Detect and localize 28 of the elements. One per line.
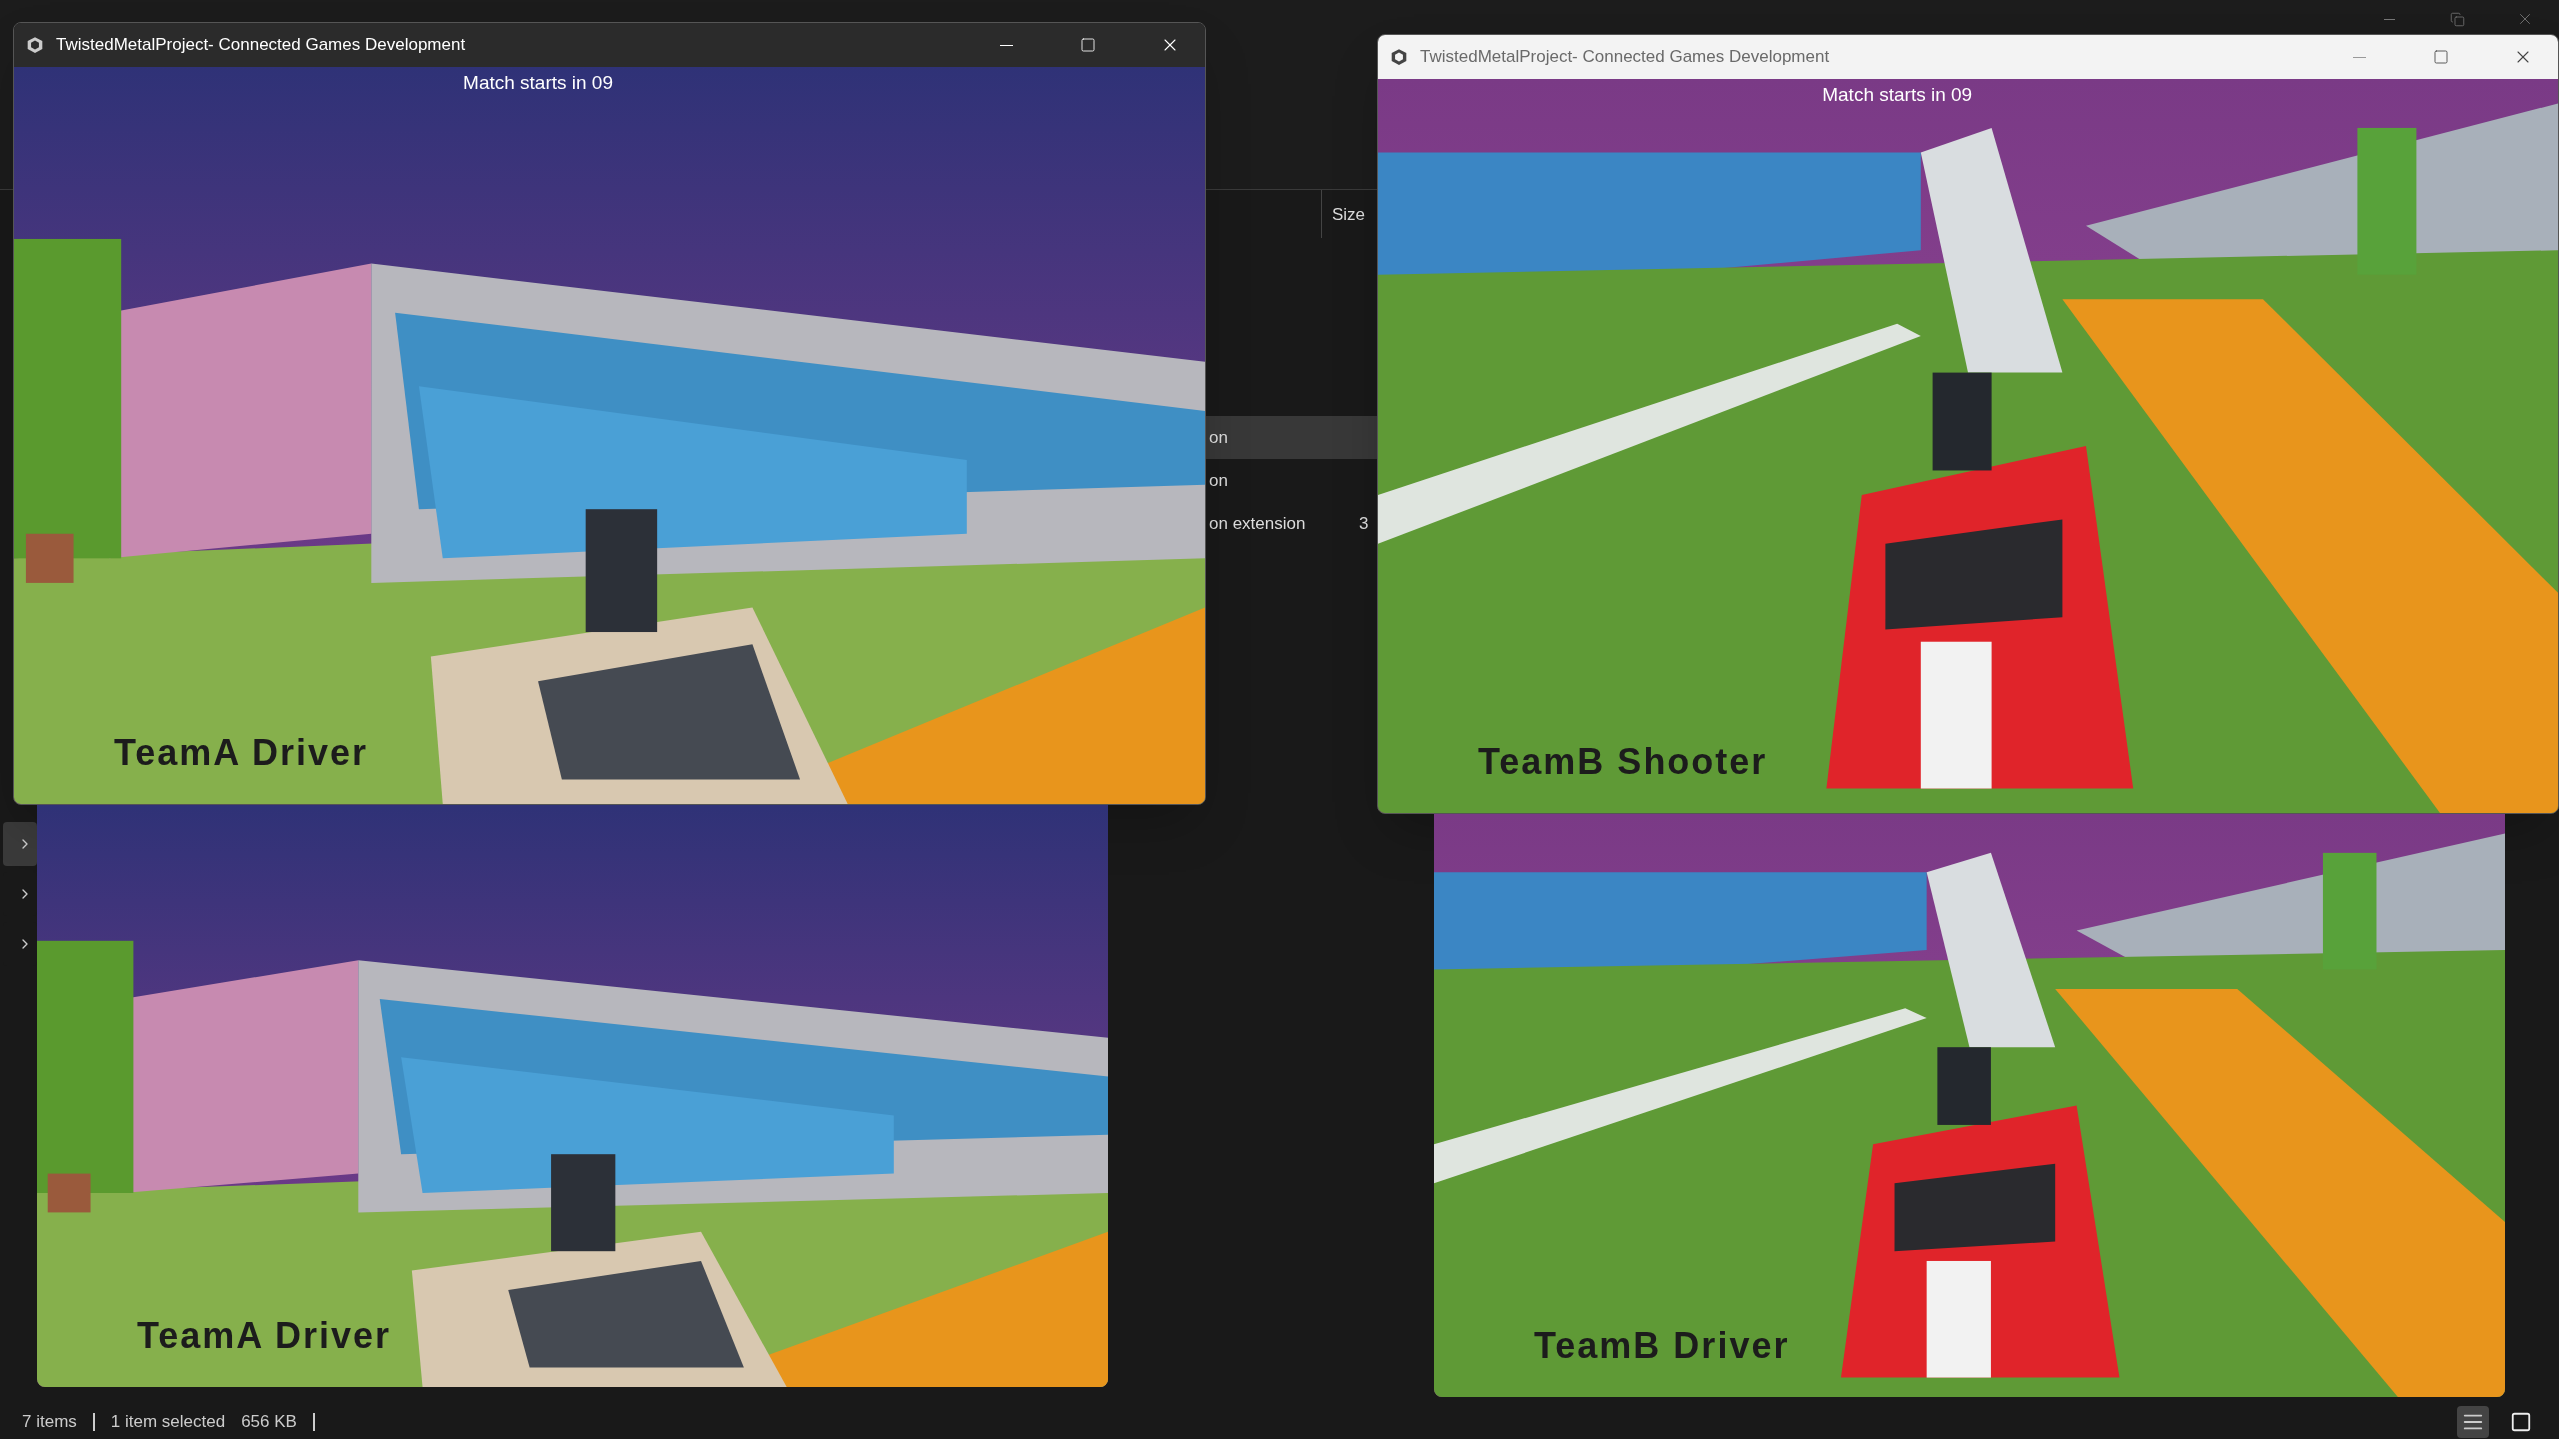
player-label: TeamA Driver <box>137 1314 392 1358</box>
tile-icon <box>2510 1411 2532 1433</box>
player-label: TeamB Driver <box>1534 1324 1790 1368</box>
countdown-text: Match starts in 09 <box>1822 83 1973 107</box>
restore-icon <box>2449 11 2465 27</box>
minimize-icon <box>999 44 1013 46</box>
maximize-icon <box>1080 37 1096 53</box>
player-label: TeamB Shooter <box>1478 740 1768 784</box>
nav-item[interactable] <box>3 822 37 866</box>
file-name: on extension <box>1209 512 1307 535</box>
cube-icon <box>1390 48 1408 66</box>
countdown-text: Match starts in 09 <box>463 71 613 95</box>
window-title: TwistedMetalProject- Connected Games Development <box>56 34 466 57</box>
file-size: 3 <box>1359 512 1369 535</box>
file-name: on <box>1209 426 1229 449</box>
details-view-button[interactable] <box>2457 1406 2489 1438</box>
maximize-icon <box>2433 49 2449 65</box>
window-title: TwistedMetalProject- Connected Games Development <box>1420 46 1830 69</box>
column-header[interactable]: Size <box>1322 190 1366 238</box>
status-text: 656 KB <box>241 1411 297 1434</box>
file-row[interactable]: on <box>1206 416 1377 459</box>
minimize-icon <box>2383 18 2395 20</box>
cube-icon <box>26 36 44 54</box>
status-text: 7 items <box>22 1411 77 1434</box>
player-label: TeamA Driver <box>114 731 369 775</box>
status-text: 1 item selected <box>110 1411 226 1434</box>
file-name: on <box>1209 469 1229 492</box>
minimize-icon <box>2352 56 2366 58</box>
